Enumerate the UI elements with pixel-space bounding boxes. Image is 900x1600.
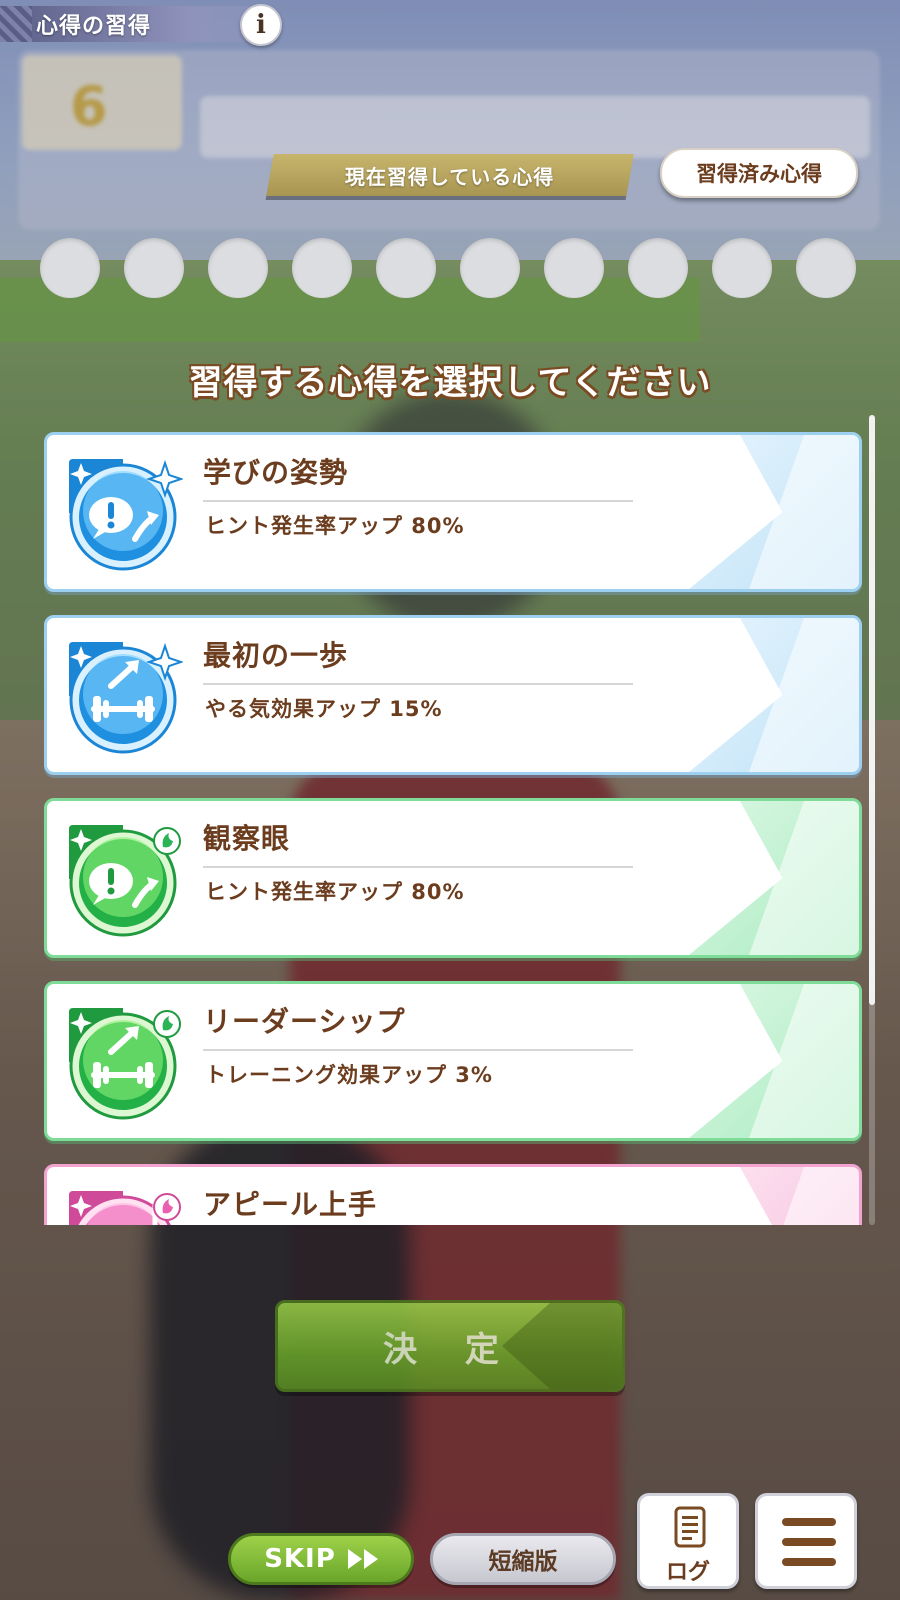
skill-description: ヒント発生率アップ 80% [205, 514, 465, 538]
screen-title-bar: 心得の習得 [0, 6, 270, 42]
skill-card[interactable]: リーダーシップトレーニング効果アップ 3% [44, 981, 862, 1141]
log-button-label: ログ [665, 1560, 710, 1585]
skill-slots [40, 238, 862, 300]
empty-skill-slot [124, 238, 184, 298]
empty-skill-slot [208, 238, 268, 298]
skill-card[interactable]: 学びの姿勢ヒント発生率アップ 80% [44, 432, 862, 592]
menu-button[interactable] [755, 1493, 857, 1589]
tab-current-skills-label: 現在習得している心得 [345, 164, 555, 189]
skill-divider [203, 1049, 633, 1051]
skill-card[interactable]: 最初の一歩やる気効果アップ 15% [44, 615, 862, 775]
skill-divider [203, 500, 633, 502]
skill-card[interactable]: アピール上手 [44, 1164, 862, 1225]
empty-skill-slot [712, 238, 772, 298]
decide-button[interactable]: 決 定 [275, 1300, 625, 1392]
empty-skill-slot [796, 238, 856, 298]
skill-description: やる気効果アップ 15% [205, 697, 443, 721]
skill-title: 観察眼 [203, 822, 291, 855]
skill-list[interactable]: 学びの姿勢 ヒント発生率アップ 80% 最初の一歩 やる気効果アップ 15% 観察眼 ヒン… [44, 432, 864, 1225]
document-icon [674, 1506, 706, 1548]
skill-card[interactable]: 観察眼ヒント発生率アップ 80% [44, 798, 862, 958]
skill-divider [203, 683, 633, 685]
tab-learned-skills-label: 習得済み心得 [696, 162, 822, 186]
training-up-icon [63, 636, 185, 756]
empty-skill-slot [628, 238, 688, 298]
skill-divider [203, 866, 633, 868]
short-version-label: 短縮版 [488, 1549, 558, 1575]
skip-button[interactable]: SKIP [228, 1533, 414, 1585]
tab-learned-skills-button[interactable]: 習得済み心得 [660, 148, 858, 198]
scrollbar[interactable] [869, 415, 875, 1225]
skill-description: ヒント発生率アップ 80% [205, 880, 465, 904]
empty-skill-slot [40, 238, 100, 298]
info-button[interactable]: i [240, 4, 282, 46]
decide-button-label: 決 定 [383, 1329, 517, 1370]
appeal-icon [63, 1185, 183, 1225]
training-up-icon [63, 1002, 183, 1122]
skill-title: アピール上手 [203, 1188, 378, 1221]
log-button[interactable]: ログ [637, 1493, 739, 1589]
fast-forward-icon [346, 1549, 378, 1569]
instruction-text: 習得する心得を選択してください [188, 363, 712, 403]
scrollbar-thumb[interactable] [869, 415, 875, 1005]
empty-skill-slot [460, 238, 520, 298]
empty-skill-slot [292, 238, 352, 298]
hint-up-icon [63, 819, 183, 939]
skill-title: 学びの姿勢 [203, 456, 349, 489]
skill-title: 最初の一歩 [203, 639, 349, 672]
info-icon: i [256, 10, 266, 40]
skip-button-label: SKIP [264, 1544, 336, 1574]
hint-up-icon [63, 453, 185, 573]
empty-skill-slot [376, 238, 436, 298]
title-bar-stripes [0, 6, 32, 42]
tab-current-skills[interactable]: 現在習得している心得 [266, 154, 634, 196]
empty-skill-slot [544, 238, 604, 298]
screen-title: 心得の習得 [36, 14, 152, 39]
short-version-button[interactable]: 短縮版 [430, 1533, 616, 1585]
skill-title: リーダーシップ [203, 1005, 406, 1038]
skill-description: トレーニング効果アップ 3% [205, 1063, 493, 1087]
